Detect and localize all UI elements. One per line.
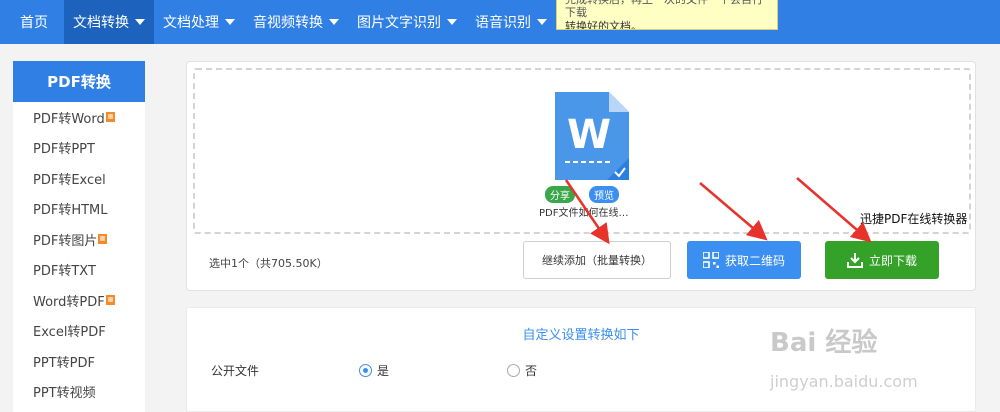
upload-card: W 分享 预览 PDF文件如何在线… 选中1个（共705.50K） 继续添加（批… [186,61,976,291]
nav-av-convert[interactable]: 音视频转换 [244,0,348,44]
selection-info: 选中1个（共705.50K） [209,257,328,270]
sidebar-title: PDF转换 [13,61,145,102]
nav-ocr[interactable]: 图片文字识别 [348,0,466,44]
overlay-caption: 迅捷PDF在线转换器 [860,212,968,226]
nav-speech[interactable]: 语音识别 [466,0,556,44]
sidebar-item-pdf-to-excel[interactable]: PDF转Excel [13,163,145,194]
hot-badge-icon [105,295,115,306]
share-tag[interactable]: 分享 [545,186,575,203]
tooltip-line-1: 完成转换后，再上一次的文件一个会自行下载 [565,0,763,19]
sidebar-item-excel-to-pdf[interactable]: Excel转PDF [13,316,145,347]
hot-badge-icon [98,234,108,245]
nav-av-convert-label: 音视频转换 [253,15,323,31]
radio-unchecked-icon [507,364,520,377]
sidebar-item-label: PDF转Excel [33,172,106,188]
file-thumbnail[interactable]: W 分享 预览 PDF文件如何在线… [539,92,631,219]
continue-add-button[interactable]: 继续添加（批量转换） [523,241,671,279]
download-icon [846,252,863,268]
sidebar-item-pdf-to-ppt[interactable]: PDF转PPT [13,133,145,164]
sidebar-item-label: PDF转图片 [33,233,98,249]
chevron-down-icon [447,19,457,25]
sidebar-item-label: PDF转TXT [33,264,96,280]
radio-no-label: 否 [525,364,538,378]
get-qrcode-button[interactable]: 获取二维码 [687,241,801,279]
nav-doc-convert[interactable]: 文档转换 [64,0,154,44]
download-label: 立即下载 [868,253,917,268]
sidebar-item-label: Excel转PDF [33,325,106,341]
nav-speech-label: 语音识别 [475,15,531,31]
sidebar-item-pdf-to-word[interactable]: PDF转Word [13,102,145,133]
sidebar: PDF转换 PDF转Word PDF转PPT PDF转Excel PDF转HTM… [13,61,145,412]
hot-badge-icon [105,112,115,123]
radio-public-no[interactable]: 否 [507,362,537,379]
chevron-down-icon [225,19,235,25]
nav-doc-convert-label: 文档转换 [73,15,129,31]
chevron-down-icon [329,19,339,25]
nav-ocr-label: 图片文字识别 [357,15,441,31]
tooltip: 完成转换后，再上一次的文件一个会自行下载 转换好的文档。 [556,0,778,30]
download-button[interactable]: 立即下载 [825,241,939,279]
baidu-watermark: Bai 经验 [770,328,878,358]
public-file-label: 公开文件 [211,364,260,378]
preview-tag[interactable]: 预览 [589,186,619,203]
sidebar-item-ppt-to-pdf[interactable]: PPT转PDF [13,346,145,377]
doc-letter: W [567,112,611,158]
sidebar-item-label: PDF转PPT [33,142,95,158]
get-qrcode-label: 获取二维码 [724,253,785,268]
sidebar-item-word-to-pdf[interactable]: Word转PDF [13,285,145,316]
nav-home[interactable]: 首页 [0,0,64,44]
file-name: PDF文件如何在线… [539,208,629,219]
top-nav: 首页 文档转换 文档处理 音视频转换 图片文字识别 语音识别 [0,0,1000,44]
tooltip-line-2: 转换好的文档。 [565,20,642,30]
sidebar-item-label: PDF转Word [33,111,105,127]
sidebar-item-ppt-to-video[interactable]: PPT转视频 [13,377,145,408]
sidebar-item-label: PPT转PDF [33,355,95,371]
sidebar-item-pdf-to-image[interactable]: PDF转图片 [13,224,145,255]
sidebar-item-label: PDF转HTML [33,203,108,219]
radio-checked-icon [359,364,372,377]
drop-zone[interactable]: W 分享 预览 PDF文件如何在线… [193,68,971,234]
baidu-watermark-url: jingyan.baidu.com [770,372,918,391]
radio-public-yes[interactable]: 是 [359,362,389,379]
sidebar-item-pdf-to-txt[interactable]: PDF转TXT [13,255,145,286]
word-doc-icon: W [553,92,629,182]
nav-doc-process[interactable]: 文档处理 [154,0,244,44]
nav-doc-process-label: 文档处理 [163,15,219,31]
chevron-down-icon [537,19,547,25]
chevron-down-icon [135,19,145,25]
radio-yes-label: 是 [377,364,390,378]
sidebar-item-label: Word转PDF [33,294,105,310]
sidebar-item-label: PPT转视频 [33,386,96,402]
nav-home-label: 首页 [20,15,48,31]
continue-add-label: 继续添加（批量转换） [542,254,652,267]
sidebar-item-pdf-to-html[interactable]: PDF转HTML [13,194,145,225]
qrcode-icon [702,252,719,268]
